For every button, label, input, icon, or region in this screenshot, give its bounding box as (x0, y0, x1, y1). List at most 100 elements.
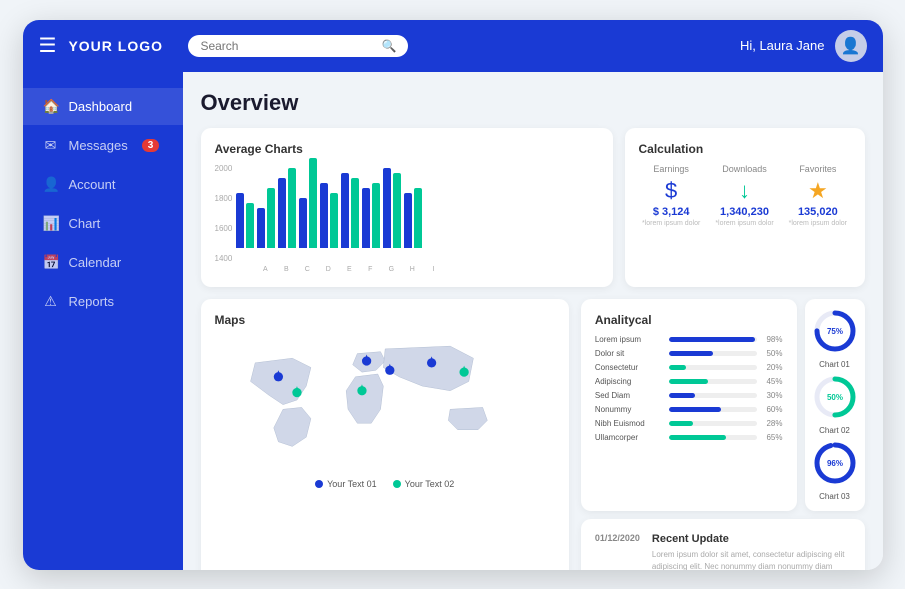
sidebar-item-reports[interactable]: ⚠ Reports (23, 283, 183, 320)
calc-item: Downloads ↓ 1,340,230 *lorem ipsum dolor (712, 164, 777, 227)
page-title: Overview (201, 90, 865, 116)
anal-bar-bg (669, 379, 757, 384)
sidebar-item-messages[interactable]: ✉ Messages 3 (23, 127, 183, 164)
legend-item: Your Text 01 (315, 479, 377, 489)
x-label: E (340, 266, 358, 273)
bar-blue (383, 168, 391, 248)
anal-pct: 50% (761, 349, 783, 358)
calc-items: Earnings $ $ 3,124 *lorem ipsum dolor Do… (639, 164, 851, 227)
bar-group (257, 188, 275, 248)
calc-sub: *lorem ipsum dolor (639, 220, 704, 227)
calc-item: Favorites ★ 135,020 *lorem ipsum dolor (785, 164, 850, 227)
analytical-row: Ullamcorper 65% (595, 433, 783, 442)
x-label: I (424, 266, 442, 273)
anal-pct: 20% (761, 363, 783, 372)
bar-green (288, 168, 296, 248)
user-area: Hi, Laura Jane 👤 (740, 30, 867, 62)
bar-green (309, 158, 317, 248)
x-label: C (298, 266, 316, 273)
bar-group (362, 183, 380, 248)
bar-group (299, 158, 317, 248)
recent-date: 01/12/2020 (595, 533, 640, 543)
anal-label: Ullamcorper (595, 433, 665, 442)
bar-group (320, 183, 338, 248)
bar-green (393, 173, 401, 248)
maps-card: Maps (201, 299, 569, 570)
user-icon: 👤 (43, 176, 59, 193)
anal-label: Lorem ipsum (595, 335, 665, 344)
calc-label: Earnings (639, 164, 704, 174)
sidebar-label-chart: Chart (69, 216, 101, 231)
donut-item: 75% Chart 01 (813, 309, 857, 369)
x-label: A (256, 266, 274, 273)
anal-pct: 45% (761, 377, 783, 386)
bar-blue (236, 193, 244, 248)
calc-value: 1,340,230 (712, 206, 777, 218)
anal-label: Dolor sit (595, 349, 665, 358)
envelope-icon: ✉ (43, 137, 59, 154)
sidebar-item-chart[interactable]: 📊 Chart (23, 205, 183, 242)
sidebar-item-dashboard[interactable]: 🏠 Dashboard (23, 88, 183, 125)
bottom-row: Maps (201, 299, 865, 570)
world-map-container (215, 335, 555, 475)
header: ☰ YOUR LOGO 🔍 Hi, Laura Jane 👤 (23, 20, 883, 72)
bar-group (236, 193, 254, 248)
bar-group (341, 173, 359, 248)
home-icon: 🏠 (43, 98, 59, 115)
x-label: H (403, 266, 421, 273)
legend-label: Your Text 02 (405, 479, 455, 489)
sidebar-item-calendar[interactable]: 📅 Calendar (23, 244, 183, 281)
world-map-svg (215, 335, 555, 465)
bar-blue (299, 198, 307, 248)
analytical-row: Dolor sit 50% (595, 349, 783, 358)
app-container: ☰ YOUR LOGO 🔍 Hi, Laura Jane 👤 🏠 Dashboa… (23, 20, 883, 570)
bar-green (351, 178, 359, 248)
calc-item: Earnings $ $ 3,124 *lorem ipsum dolor (639, 164, 704, 227)
anal-bar-bg (669, 337, 757, 342)
map-legend: Your Text 01 Your Text 02 (215, 479, 555, 489)
donuts-card: 75% Chart 01 50% Chart 02 96% Chart 03 (805, 299, 865, 511)
calc-label: Downloads (712, 164, 777, 174)
avatar[interactable]: 👤 (835, 30, 867, 62)
sidebar: 🏠 Dashboard ✉ Messages 3 👤 Account 📊 Cha… (23, 72, 183, 570)
recent-text: Lorem ipsum dolor sit amet, consectetur … (652, 549, 851, 570)
anal-pct: 98% (761, 335, 783, 344)
bar-group (404, 188, 422, 248)
search-bar[interactable]: 🔍 (188, 35, 408, 57)
anal-label: Adipiscing (595, 377, 665, 386)
analytical-title: Analitycal (595, 313, 783, 327)
anal-bar-fill (669, 337, 755, 342)
svg-text:96%: 96% (826, 459, 842, 468)
avg-charts-title: Average Charts (215, 142, 599, 156)
donut-svg: 75% (813, 309, 857, 353)
bar-blue (320, 183, 328, 248)
search-input[interactable] (200, 39, 375, 53)
bar-blue (278, 178, 286, 248)
hamburger-icon[interactable]: ☰ (39, 33, 57, 58)
analytical-row: Nonummy 60% (595, 405, 783, 414)
top-row: Average Charts 2000 1800 1600 1400 ABCDE… (201, 128, 865, 287)
x-label: F (361, 266, 379, 273)
sidebar-label-account: Account (69, 177, 116, 192)
anal-bar-bg (669, 435, 757, 440)
legend-dot (393, 480, 401, 488)
x-label: D (319, 266, 337, 273)
x-label: G (382, 266, 400, 273)
bar-green (246, 203, 254, 248)
bar-group (383, 168, 401, 248)
analytical-rows: Lorem ipsum 98% Dolor sit 50% Consectetu… (595, 335, 783, 442)
donut-svg: 96% (813, 441, 857, 485)
anal-bar-fill (669, 365, 687, 370)
donut-label: Chart 02 (819, 426, 850, 435)
sidebar-label-messages: Messages (69, 138, 128, 153)
y-label: 1600 (215, 224, 233, 233)
anal-pct: 30% (761, 391, 783, 400)
x-label: B (277, 266, 295, 273)
anal-pct: 65% (761, 433, 783, 442)
sidebar-item-account[interactable]: 👤 Account (23, 166, 183, 203)
calc-label: Favorites (785, 164, 850, 174)
bar-chart (236, 164, 598, 264)
sidebar-label-reports: Reports (69, 294, 115, 309)
calc-value: 135,020 (785, 206, 850, 218)
sidebar-label-calendar: Calendar (69, 255, 122, 270)
